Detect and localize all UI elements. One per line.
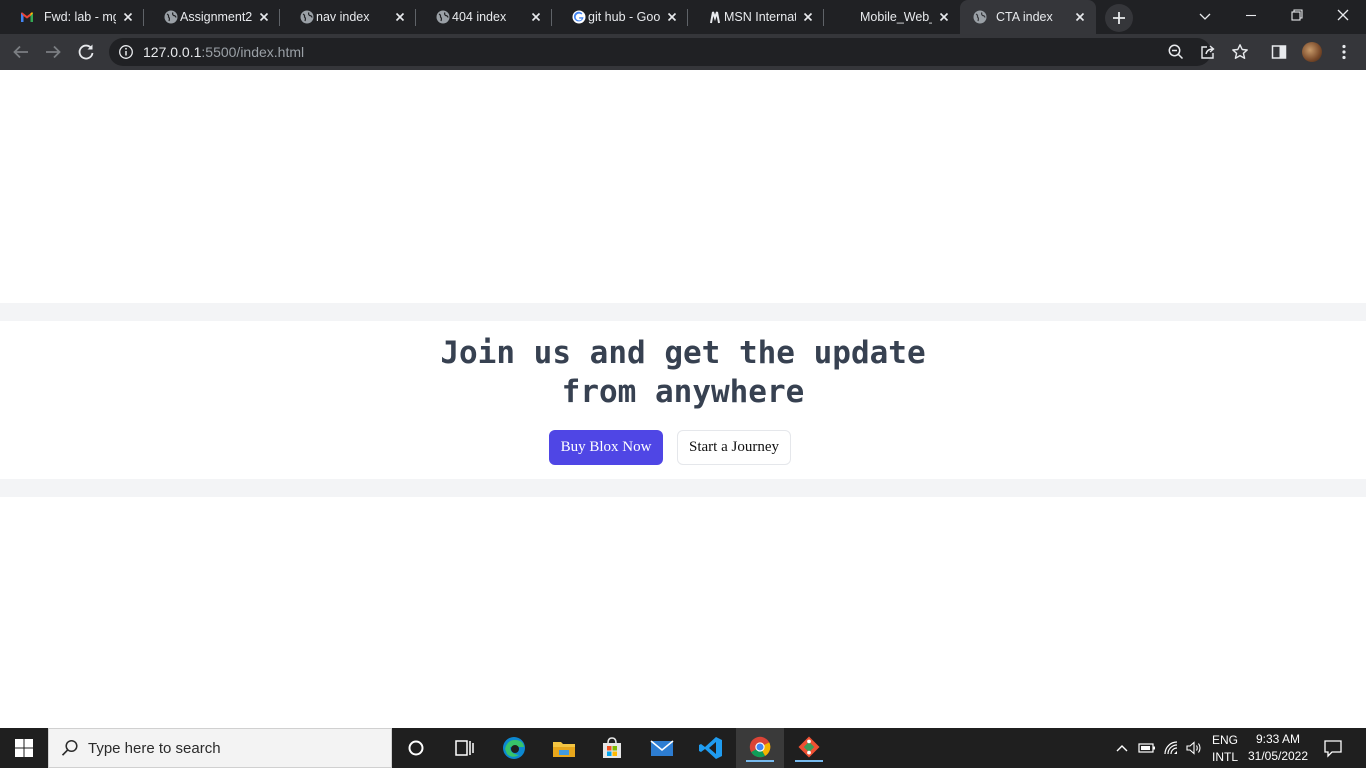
close-icon[interactable] <box>1072 9 1088 25</box>
section-band-bottom <box>0 479 1366 497</box>
close-window-button[interactable] <box>1320 0 1366 34</box>
cta-heading-line1: Join us and get the update <box>440 335 926 371</box>
google-icon <box>572 10 586 24</box>
globe-icon <box>164 10 178 24</box>
git-icon[interactable] <box>795 734 823 762</box>
tab-title: git hub - Goo <box>588 10 660 24</box>
tab-title: CTA index <box>996 10 1053 24</box>
close-icon[interactable] <box>664 9 680 25</box>
tab-msn[interactable]: MSN Internat <box>688 0 824 34</box>
tab-search-button[interactable] <box>1182 0 1228 34</box>
keyboard-layout: INTL <box>1211 750 1238 764</box>
tab-title: Fwd: lab - mg <box>44 10 116 24</box>
forward-button[interactable] <box>41 40 65 64</box>
language-indicator[interactable]: ENG INTL <box>1209 733 1241 764</box>
reload-button[interactable] <box>74 40 98 64</box>
windows-start-icon[interactable] <box>14 738 34 758</box>
edge-icon[interactable] <box>500 734 528 762</box>
vscode-icon[interactable] <box>697 734 725 762</box>
new-tab-button[interactable] <box>1105 4 1133 32</box>
tab-nav-index[interactable]: nav index <box>280 0 416 34</box>
back-button[interactable] <box>9 40 33 64</box>
tab-title: Mobile_Web_ <box>860 10 932 24</box>
tab-cta-index[interactable]: CTA index <box>960 0 1096 34</box>
tab-mobile-web[interactable]: Mobile_Web_ <box>824 0 960 34</box>
zoom-icon[interactable] <box>1166 42 1186 62</box>
cortana-icon[interactable] <box>402 734 430 762</box>
close-icon[interactable] <box>528 9 544 25</box>
show-hidden-icons[interactable] <box>1114 740 1130 756</box>
clock[interactable]: 9:33 AM 31/05/2022 <box>1245 732 1311 763</box>
address-path: :5500/index.html <box>201 44 305 60</box>
section-band-top <box>0 303 1366 321</box>
task-view-icon[interactable] <box>450 734 478 762</box>
tab-title: 404 index <box>452 10 507 24</box>
start-journey-button[interactable]: Start a Journey <box>677 430 791 465</box>
store-icon[interactable] <box>598 734 626 762</box>
msn-icon <box>710 11 720 24</box>
share-icon[interactable] <box>1198 42 1218 62</box>
taskbar-search-placeholder: Type here to search <box>88 740 221 757</box>
tab-title: MSN Internat <box>724 10 796 24</box>
address-text[interactable]: 127.0.0.1:5500/index.html <box>143 44 304 60</box>
file-explorer-icon[interactable] <box>550 734 578 762</box>
volume-icon[interactable] <box>1185 740 1203 756</box>
buy-blox-button[interactable]: Buy Blox Now <box>549 430 663 465</box>
close-icon[interactable] <box>936 9 952 25</box>
mail-icon[interactable] <box>648 734 676 762</box>
battery-icon[interactable] <box>1138 740 1156 756</box>
profile-avatar[interactable] <box>1302 42 1322 62</box>
wifi-icon[interactable] <box>1163 740 1181 756</box>
search-icon <box>61 739 78 756</box>
close-icon[interactable] <box>800 9 816 25</box>
gmail-icon <box>21 12 33 22</box>
side-panel-icon[interactable] <box>1269 42 1289 62</box>
globe-icon <box>973 10 987 24</box>
tab-title: nav index <box>316 10 370 24</box>
language-code: ENG <box>1211 733 1238 747</box>
tab-404-index[interactable]: 404 index <box>416 0 552 34</box>
close-icon[interactable] <box>120 9 136 25</box>
restore-button[interactable] <box>1274 0 1320 34</box>
cta-heading: Join us and get the update from anywhere <box>383 334 983 412</box>
clock-date: 31/05/2022 <box>1247 749 1309 763</box>
globe-icon <box>436 10 450 24</box>
cta-heading-line2: from anywhere <box>561 374 805 410</box>
globe-icon <box>300 10 314 24</box>
info-icon[interactable] <box>118 44 134 60</box>
tab-gmail[interactable]: Fwd: lab - mg <box>0 0 144 34</box>
close-icon[interactable] <box>392 9 408 25</box>
plus-icon <box>1113 12 1125 24</box>
bookmark-star-icon[interactable] <box>1230 42 1250 62</box>
notification-center-icon[interactable] <box>1323 738 1343 758</box>
chrome-icon[interactable] <box>746 734 774 762</box>
clock-time: 9:33 AM <box>1255 732 1301 746</box>
tab-assignment2[interactable]: Assignment2 <box>144 0 280 34</box>
address-host: 127.0.0.1 <box>143 44 202 60</box>
tab-git-hub-google[interactable]: git hub - Goo <box>552 0 688 34</box>
close-icon[interactable] <box>256 9 272 25</box>
menu-kebab-icon[interactable] <box>1334 42 1354 62</box>
minimize-button[interactable] <box>1228 0 1274 34</box>
tab-title: Assignment2 <box>180 10 252 24</box>
